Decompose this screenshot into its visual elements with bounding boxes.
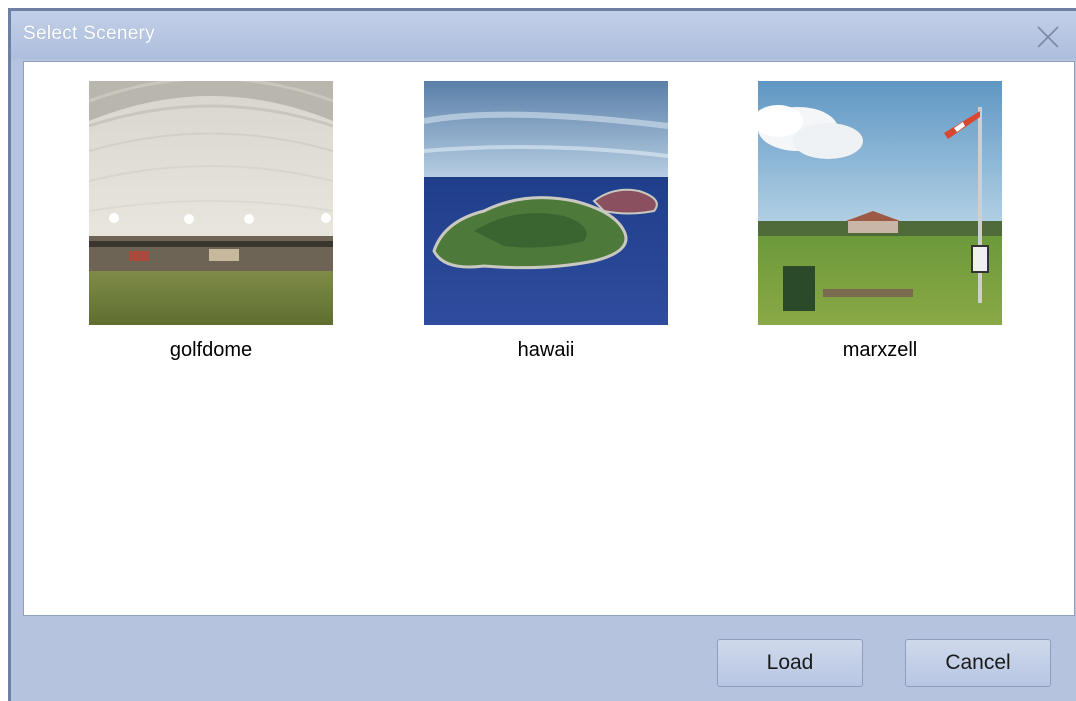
select-scenery-dialog: Select Scenery golfdome hawaii marxzell … xyxy=(8,8,1076,701)
scenery-item-hawaii[interactable]: hawaii xyxy=(424,81,668,362)
airfield-windsock-thumbnail[interactable] xyxy=(758,81,1002,325)
cancel-button[interactable]: Cancel xyxy=(905,639,1051,687)
dome-interior-thumbnail[interactable] xyxy=(89,81,333,325)
scenery-item-golfdome[interactable]: golfdome xyxy=(89,81,333,362)
scenery-item-marxzell[interactable]: marxzell xyxy=(758,81,1002,362)
scenery-name: marxzell xyxy=(842,339,918,361)
island-ocean-thumbnail[interactable] xyxy=(424,81,668,325)
dialog-title: Select Scenery xyxy=(23,23,155,44)
dialog-footer: Load Cancel xyxy=(11,619,1076,701)
scenery-name: hawaii xyxy=(517,339,575,361)
close-icon[interactable] xyxy=(1034,23,1062,51)
scenery-list: golfdome hawaii marxzell xyxy=(23,61,1075,616)
scenery-name: golfdome xyxy=(169,339,253,361)
load-button[interactable]: Load xyxy=(717,639,863,687)
title-bar[interactable]: Select Scenery xyxy=(11,11,1076,59)
